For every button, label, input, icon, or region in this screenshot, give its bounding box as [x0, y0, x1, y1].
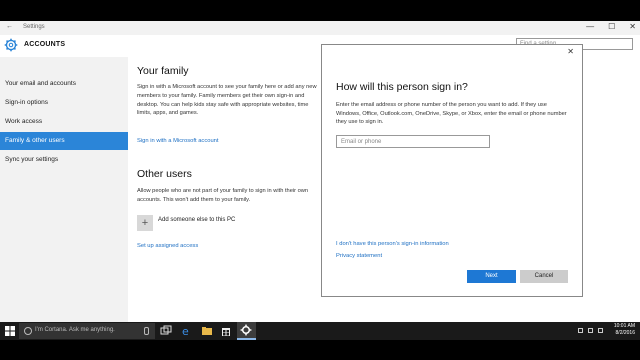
family-description: Sign in with a Microsoft account to see …	[137, 84, 317, 117]
microphone-icon[interactable]	[144, 327, 149, 335]
close-icon[interactable]: ✕	[567, 47, 574, 56]
cortana-search-box[interactable]: I'm Cortana. Ask me anything.	[19, 323, 155, 339]
email-field[interactable]: Email or phone	[336, 135, 490, 148]
close-icon[interactable]: ✕	[629, 22, 636, 31]
maximize-icon[interactable]: ☐	[608, 22, 615, 31]
cortana-icon	[24, 327, 32, 335]
no-sign-in-info-link[interactable]: I don't have this person's sign-in infor…	[336, 241, 449, 247]
back-arrow-icon[interactable]: ←	[6, 23, 13, 30]
letterbox-bottom	[0, 340, 640, 360]
clock-date: 8/2/2016	[615, 330, 635, 336]
dialog-title: How will this person sign in?	[336, 81, 468, 93]
add-user-button[interactable]: +	[137, 215, 153, 231]
windows-start-icon[interactable]	[5, 326, 15, 336]
privacy-statement-link[interactable]: Privacy statement	[336, 253, 382, 259]
cancel-button[interactable]: Cancel	[520, 270, 568, 283]
sidebar-item-sync-settings[interactable]: Sync your settings	[0, 151, 128, 169]
volume-icon[interactable]	[588, 328, 593, 333]
taskbar: I'm Cortana. Ask me anything. e 10:01 AM…	[0, 322, 640, 340]
gear-icon	[4, 38, 18, 52]
minimize-icon[interactable]: —	[586, 22, 594, 31]
edge-browser-icon[interactable]: e	[181, 325, 193, 337]
plus-icon: +	[141, 217, 149, 229]
other-users-heading: Other users	[137, 168, 192, 180]
gear-icon	[240, 324, 252, 336]
network-icon[interactable]	[578, 328, 583, 333]
microsoft-account-link[interactable]: Sign in with a Microsoft account	[137, 138, 219, 144]
section-title: ACCOUNTS	[24, 41, 66, 48]
store-icon[interactable]	[220, 325, 232, 337]
sidebar-item-sign-in-options[interactable]: Sign-in options	[0, 94, 128, 112]
add-user-label[interactable]: Add someone else to this PC	[158, 217, 235, 223]
clock-time: 10:01 AM	[613, 323, 635, 329]
sidebar-item-work-access[interactable]: Work access	[0, 113, 128, 131]
assigned-access-link[interactable]: Set up assigned access	[137, 243, 198, 249]
clock[interactable]: 10:01 AM 8/2/2016	[614, 323, 635, 337]
sidebar-item-email-accounts[interactable]: Your email and accounts	[0, 75, 128, 93]
cortana-placeholder: I'm Cortana. Ask me anything.	[35, 327, 115, 333]
next-button[interactable]: Next	[467, 270, 516, 283]
title-bar: ← Settings — ☐ ✕	[0, 21, 640, 35]
window-controls: — ☐ ✕	[586, 22, 636, 31]
window-title: Settings	[23, 24, 45, 30]
dialog-description: Enter the email address or phone number …	[336, 102, 567, 126]
letterbox-top	[0, 0, 640, 21]
sign-in-dialog: ✕ How will this person sign in? Enter th…	[321, 44, 583, 297]
svg-text:e: e	[182, 325, 189, 337]
family-heading: Your family	[137, 65, 189, 77]
sidebar-item-family-other-users[interactable]: Family & other users	[0, 132, 128, 150]
notification-icon[interactable]	[598, 328, 603, 333]
settings-taskbar-button[interactable]	[237, 322, 256, 340]
other-users-description: Allow people who are not part of your fa…	[137, 188, 309, 203]
file-explorer-icon[interactable]	[201, 325, 213, 337]
system-tray-icons	[578, 328, 603, 333]
sidebar: Your email and accounts Sign-in options …	[0, 57, 128, 322]
task-view-icon[interactable]	[160, 325, 172, 337]
